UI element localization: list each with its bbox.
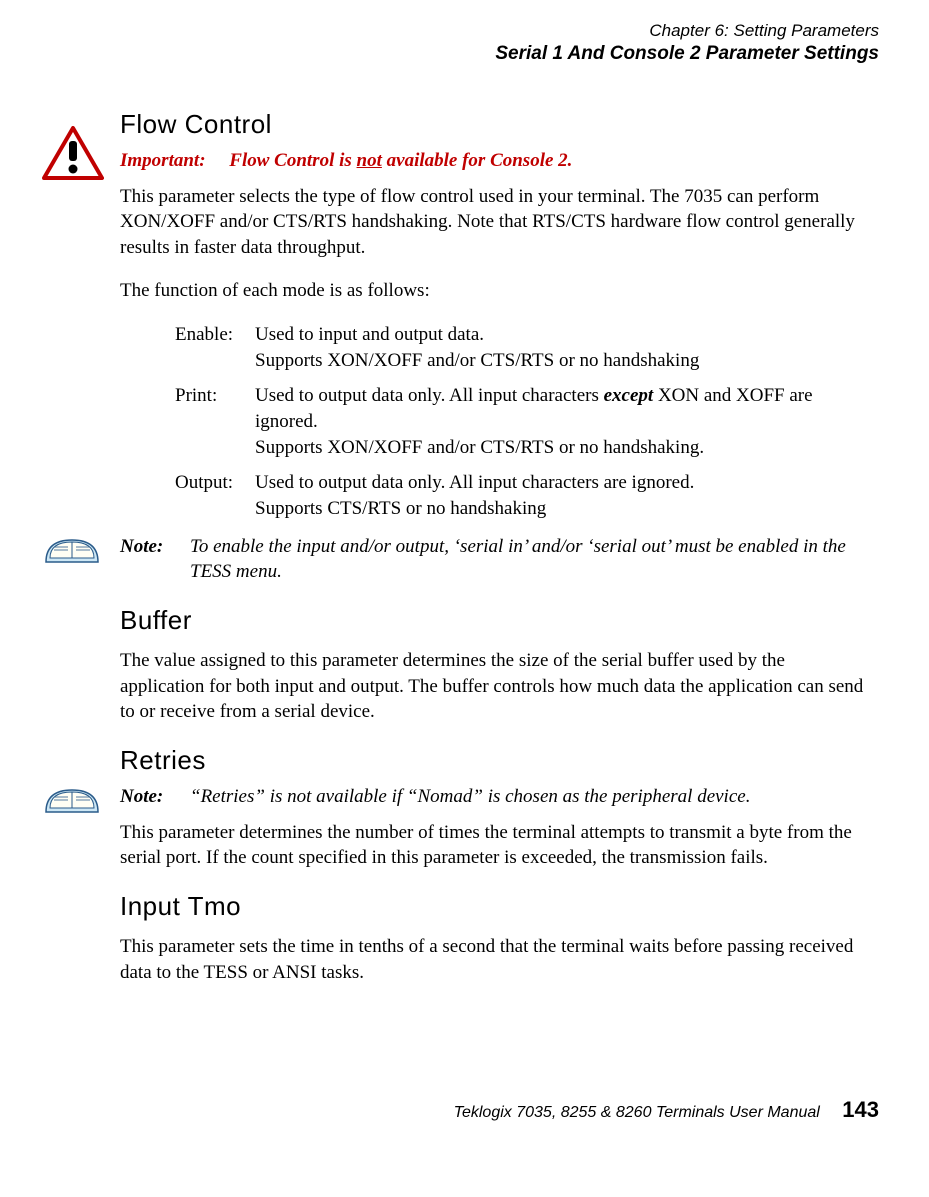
book-icon xyxy=(42,530,104,570)
page-footer: Teklogix 7035, 8255 & 8260 Terminals Use… xyxy=(50,1095,879,1125)
note-text: “Retries” is not available if “Nomad” is… xyxy=(190,786,750,807)
mode-line: Supports XON/XOFF and/or CTS/RTS or no h… xyxy=(255,350,699,371)
important-text-not: not xyxy=(357,150,382,171)
important-text-pre: Flow Control is xyxy=(229,150,356,171)
book-icon xyxy=(42,780,104,820)
mode-list: Enable: Used to input and output data. S… xyxy=(175,322,869,521)
important-label: Important: xyxy=(120,150,206,171)
manual-title: Teklogix 7035, 8255 & 8260 Terminals Use… xyxy=(454,1104,820,1121)
chapter-label: Chapter 6: Setting Parameters xyxy=(50,20,879,42)
retries-para: This parameter determines the number of … xyxy=(120,820,869,871)
mode-label: Print: xyxy=(175,383,255,460)
mode-label: Output: xyxy=(175,470,255,521)
page-content: Flow Control Important: Flow Control is … xyxy=(120,107,869,985)
page-number: 143 xyxy=(842,1097,879,1122)
mode-print: Print: Used to output data only. All inp… xyxy=(175,383,869,460)
flow-para1: This parameter selects the type of flow … xyxy=(120,184,869,261)
mode-output: Output: Used to output data only. All in… xyxy=(175,470,869,521)
input-para: This parameter sets the time in tenths o… xyxy=(120,934,869,985)
mode-line: Used to output data only. All input char… xyxy=(255,472,694,493)
section-title: Serial 1 And Console 2 Parameter Setting… xyxy=(50,42,879,67)
note-text: To enable the input and/or output, ‘seri… xyxy=(190,536,846,583)
buffer-para: The value assigned to this parameter det… xyxy=(120,648,869,725)
mode-except: except xyxy=(604,385,654,406)
heading-flow-control: Flow Control xyxy=(120,107,869,142)
important-text-post: available for Console 2. xyxy=(382,150,573,171)
mode-line: Supports CTS/RTS or no handshaking xyxy=(255,498,546,519)
mode-line: Used to input and output data. xyxy=(255,324,484,345)
flow-para2: The function of each mode is as follows: xyxy=(120,278,869,304)
page-header: Chapter 6: Setting Parameters Serial 1 A… xyxy=(50,20,879,67)
heading-buffer: Buffer xyxy=(120,603,869,638)
important-block: Important: Flow Control is not available… xyxy=(120,148,869,174)
heading-retries: Retries xyxy=(120,743,869,778)
mode-label: Enable: xyxy=(175,322,255,373)
mode-line: Used to output data only. All input char… xyxy=(255,385,604,406)
warning-icon xyxy=(42,126,104,182)
note-block-flow: Note: To enable the input and/or output,… xyxy=(120,534,869,585)
note-label: Note: xyxy=(120,786,163,807)
note-block-retries: Note: “Retries” is not available if “Nom… xyxy=(120,784,869,810)
note-label: Note: xyxy=(120,536,163,557)
heading-input-tmo: Input Tmo xyxy=(120,889,869,924)
mode-enable: Enable: Used to input and output data. S… xyxy=(175,322,869,373)
mode-line: Supports XON/XOFF and/or CTS/RTS or no h… xyxy=(255,437,704,458)
